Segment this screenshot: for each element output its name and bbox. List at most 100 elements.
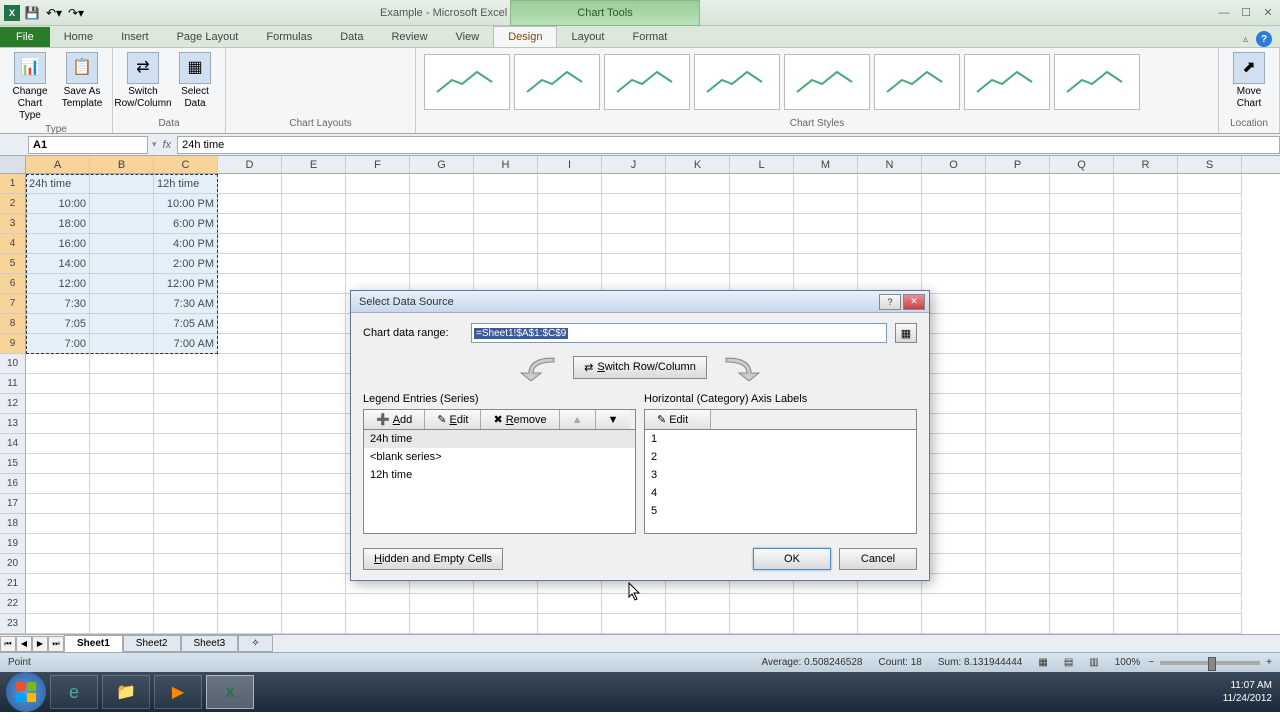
row-header[interactable]: 14 — [0, 434, 26, 454]
cell[interactable] — [986, 594, 1050, 614]
cell[interactable] — [922, 314, 986, 334]
cell[interactable] — [410, 214, 474, 234]
cell[interactable] — [90, 614, 154, 634]
cell[interactable] — [986, 394, 1050, 414]
cell[interactable] — [1114, 514, 1178, 534]
col-header-o[interactable]: O — [922, 156, 986, 173]
cell[interactable] — [282, 454, 346, 474]
cell[interactable] — [538, 254, 602, 274]
cell[interactable] — [218, 574, 282, 594]
cell[interactable] — [922, 514, 986, 534]
cell[interactable] — [1178, 394, 1242, 414]
cell[interactable] — [26, 534, 90, 554]
cell[interactable] — [90, 374, 154, 394]
chart-style-3[interactable] — [604, 54, 690, 110]
cell[interactable] — [26, 354, 90, 374]
cell[interactable] — [90, 594, 154, 614]
cell[interactable] — [1178, 274, 1242, 294]
cell[interactable] — [986, 294, 1050, 314]
cell[interactable] — [282, 574, 346, 594]
cell[interactable] — [858, 174, 922, 194]
cell[interactable] — [922, 494, 986, 514]
cell[interactable] — [474, 214, 538, 234]
tab-file[interactable]: File — [0, 27, 50, 47]
cell[interactable] — [154, 594, 218, 614]
cell[interactable] — [154, 454, 218, 474]
system-tray[interactable]: 11:07 AM 11/24/2012 — [1223, 679, 1272, 705]
cell[interactable] — [922, 174, 986, 194]
cell[interactable] — [1114, 614, 1178, 634]
qat-save-icon[interactable]: 💾 — [22, 3, 42, 23]
category-item[interactable]: 1 — [645, 430, 916, 448]
tab-formulas[interactable]: Formulas — [252, 27, 326, 47]
cell[interactable] — [986, 614, 1050, 634]
series-item[interactable]: 24h time — [364, 430, 635, 448]
cell[interactable] — [1114, 574, 1178, 594]
switch-row-column-dialog-button[interactable]: ⇄ Switch Row/Column — [573, 356, 707, 379]
qat-undo-icon[interactable]: ↶▾ — [44, 3, 64, 23]
cell[interactable] — [218, 174, 282, 194]
cell[interactable] — [1178, 174, 1242, 194]
sheet-nav-last[interactable]: ⏭ — [48, 636, 64, 652]
cell[interactable] — [26, 594, 90, 614]
cell[interactable] — [922, 574, 986, 594]
cell[interactable] — [154, 614, 218, 634]
row-header[interactable]: 17 — [0, 494, 26, 514]
cell[interactable] — [474, 614, 538, 634]
cell[interactable] — [282, 334, 346, 354]
category-list[interactable]: 1 2 3 4 5 — [644, 430, 917, 534]
cell[interactable] — [282, 234, 346, 254]
cell[interactable] — [1114, 474, 1178, 494]
cell[interactable] — [90, 194, 154, 214]
cell[interactable] — [1050, 414, 1114, 434]
cell[interactable] — [922, 394, 986, 414]
sheet-tab-1[interactable]: Sheet1 — [64, 635, 123, 652]
col-header-k[interactable]: K — [666, 156, 730, 173]
cell[interactable] — [922, 414, 986, 434]
cell[interactable] — [986, 314, 1050, 334]
cell[interactable] — [90, 254, 154, 274]
col-header-h[interactable]: H — [474, 156, 538, 173]
row-header[interactable]: 18 — [0, 514, 26, 534]
cell[interactable] — [666, 594, 730, 614]
fx-icon[interactable]: fx — [157, 139, 178, 151]
cell[interactable] — [1114, 534, 1178, 554]
cell[interactable] — [1178, 414, 1242, 434]
cell[interactable] — [26, 574, 90, 594]
cell[interactable] — [474, 254, 538, 274]
cell[interactable] — [218, 374, 282, 394]
col-header-s[interactable]: S — [1178, 156, 1242, 173]
cell[interactable] — [1114, 454, 1178, 474]
col-header-l[interactable]: L — [730, 156, 794, 173]
chart-style-7[interactable] — [964, 54, 1050, 110]
cell[interactable] — [1050, 514, 1114, 534]
cell[interactable] — [1050, 494, 1114, 514]
cell[interactable] — [346, 594, 410, 614]
cell[interactable]: 2:00 PM — [154, 254, 218, 274]
cell[interactable] — [218, 234, 282, 254]
cell[interactable] — [1050, 614, 1114, 634]
cell[interactable] — [1178, 554, 1242, 574]
cell[interactable] — [282, 514, 346, 534]
cell[interactable] — [1114, 194, 1178, 214]
cell[interactable] — [858, 194, 922, 214]
cell[interactable] — [154, 534, 218, 554]
cell[interactable] — [410, 174, 474, 194]
cell[interactable] — [986, 174, 1050, 194]
cell[interactable] — [922, 194, 986, 214]
cell[interactable] — [602, 194, 666, 214]
cell[interactable] — [346, 234, 410, 254]
cell[interactable] — [154, 414, 218, 434]
cell[interactable] — [26, 394, 90, 414]
cell[interactable] — [282, 494, 346, 514]
row-header[interactable]: 21 — [0, 574, 26, 594]
cell[interactable]: 12h time — [154, 174, 218, 194]
col-header-j[interactable]: J — [602, 156, 666, 173]
cell[interactable] — [282, 594, 346, 614]
cell[interactable] — [26, 474, 90, 494]
cell[interactable] — [1114, 314, 1178, 334]
cell[interactable] — [1114, 354, 1178, 374]
chart-style-5[interactable] — [784, 54, 870, 110]
category-item[interactable]: 2 — [645, 448, 916, 466]
cell[interactable] — [730, 194, 794, 214]
